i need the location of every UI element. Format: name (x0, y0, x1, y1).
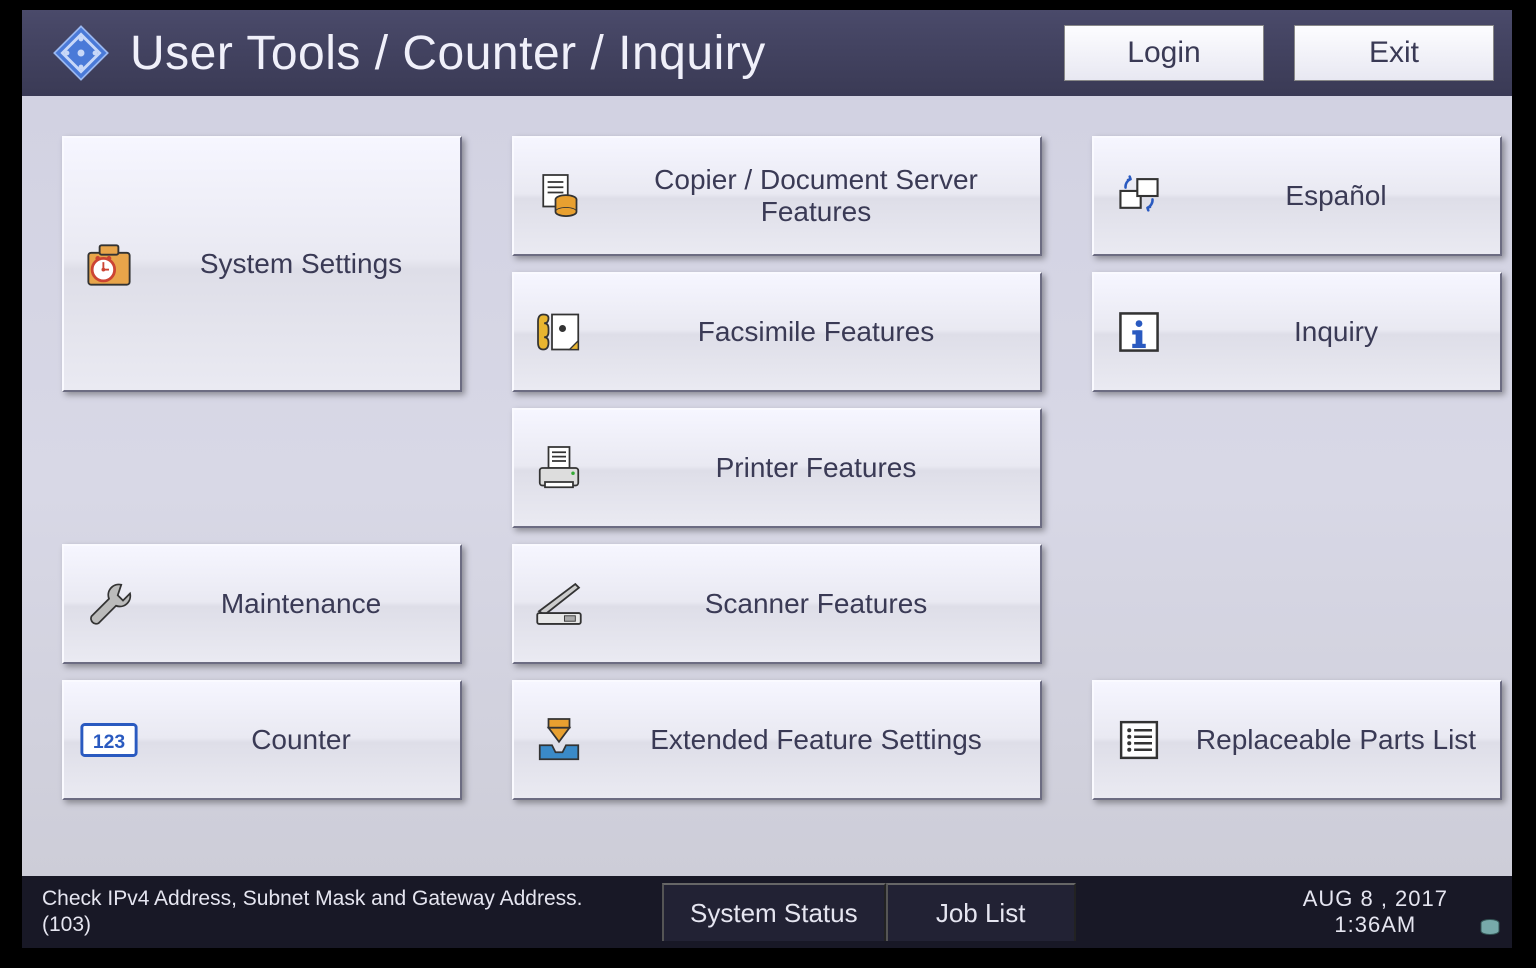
copier-features-button[interactable]: Copier / Document Server Features (512, 136, 1042, 256)
tile-label: System Settings (154, 248, 460, 280)
job-list-button[interactable]: Job List (886, 883, 1076, 941)
facsimile-features-button[interactable]: Facsimile Features (512, 272, 1042, 392)
tile-label: Maintenance (154, 588, 460, 620)
brand-logo-icon (52, 24, 110, 82)
extended-feature-settings-button[interactable]: Extended Feature Settings (512, 680, 1042, 800)
svg-text:123: 123 (93, 731, 126, 753)
wrench-icon (64, 576, 154, 632)
tile-label: Español (1184, 180, 1500, 212)
language-button[interactable]: Español (1092, 136, 1502, 256)
info-icon (1094, 305, 1184, 359)
download-tray-icon (514, 712, 604, 768)
tile-label: Counter (154, 724, 460, 756)
login-button[interactable]: Login (1064, 25, 1264, 81)
tile-label: Printer Features (604, 452, 1040, 484)
counter-123-icon: 123 (64, 720, 154, 760)
exit-button[interactable]: Exit (1294, 25, 1494, 81)
clock-display: AUG 8 , 2017 1:36AM (1303, 886, 1492, 939)
replaceable-parts-list-button[interactable]: Replaceable Parts List (1092, 680, 1502, 800)
footer-bar: Check IPv4 Address, Subnet Mask and Gate… (22, 876, 1512, 948)
inquiry-button[interactable]: Inquiry (1092, 272, 1502, 392)
swap-screens-icon (1094, 169, 1184, 223)
tile-label: Copier / Document Server Features (604, 164, 1040, 228)
system-settings-button[interactable]: System Settings (62, 136, 462, 392)
status-line-2: (103) (42, 912, 662, 938)
printer-icon (514, 440, 604, 496)
system-status-button[interactable]: System Status (662, 883, 886, 941)
status-line-1: Check IPv4 Address, Subnet Mask and Gate… (42, 886, 662, 912)
list-icon (1094, 714, 1184, 766)
date-text: AUG 8 , 2017 (1303, 886, 1448, 912)
time-text: 1:36AM (1303, 912, 1448, 938)
page-title: User Tools / Counter / Inquiry (130, 26, 1034, 81)
briefcase-clock-icon (64, 234, 154, 294)
disk-tray-icon (1478, 916, 1502, 940)
main-grid: System Settings Copier / Document Server… (22, 96, 1512, 876)
printer-features-button[interactable]: Printer Features (512, 408, 1042, 528)
fax-phone-icon (514, 304, 604, 360)
tile-label: Extended Feature Settings (604, 724, 1040, 756)
tile-label: Inquiry (1184, 316, 1500, 348)
tile-label: Scanner Features (604, 588, 1040, 620)
screen: User Tools / Counter / Inquiry Login Exi… (22, 10, 1512, 948)
tile-label: Replaceable Parts List (1184, 724, 1500, 756)
status-message: Check IPv4 Address, Subnet Mask and Gate… (42, 886, 662, 939)
document-database-icon (514, 168, 604, 224)
header-bar: User Tools / Counter / Inquiry Login Exi… (22, 10, 1512, 96)
scanner-icon (514, 575, 604, 633)
maintenance-button[interactable]: Maintenance (62, 544, 462, 664)
tile-label: Facsimile Features (604, 316, 1040, 348)
scanner-features-button[interactable]: Scanner Features (512, 544, 1042, 664)
counter-button[interactable]: 123 Counter (62, 680, 462, 800)
